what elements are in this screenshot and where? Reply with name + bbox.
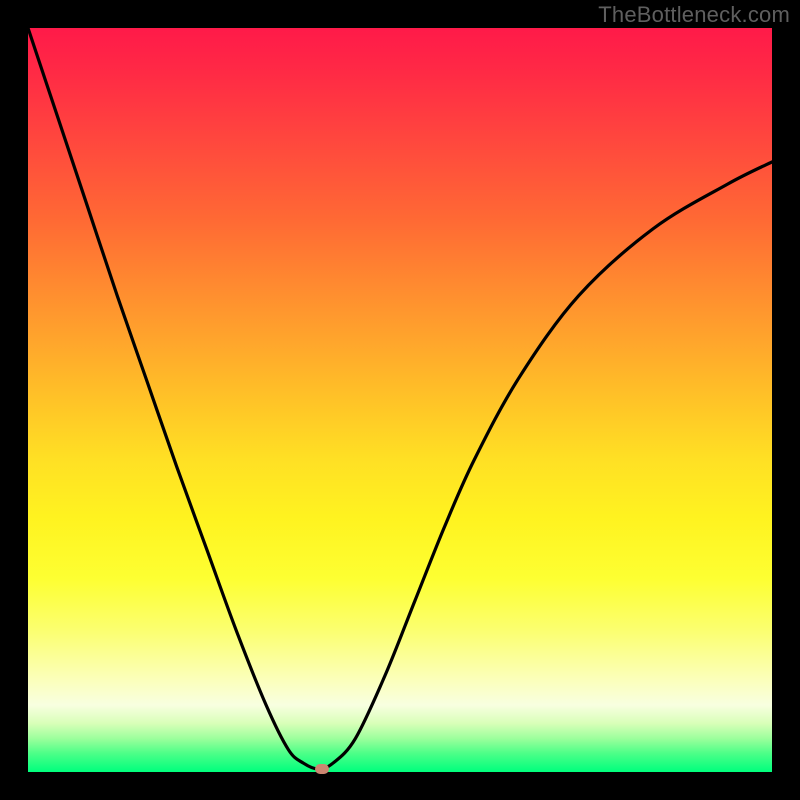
chart-frame: TheBottleneck.com	[0, 0, 800, 800]
optimal-point-marker	[315, 764, 329, 774]
plot-background-gradient	[28, 28, 772, 772]
attribution-text: TheBottleneck.com	[598, 2, 790, 28]
